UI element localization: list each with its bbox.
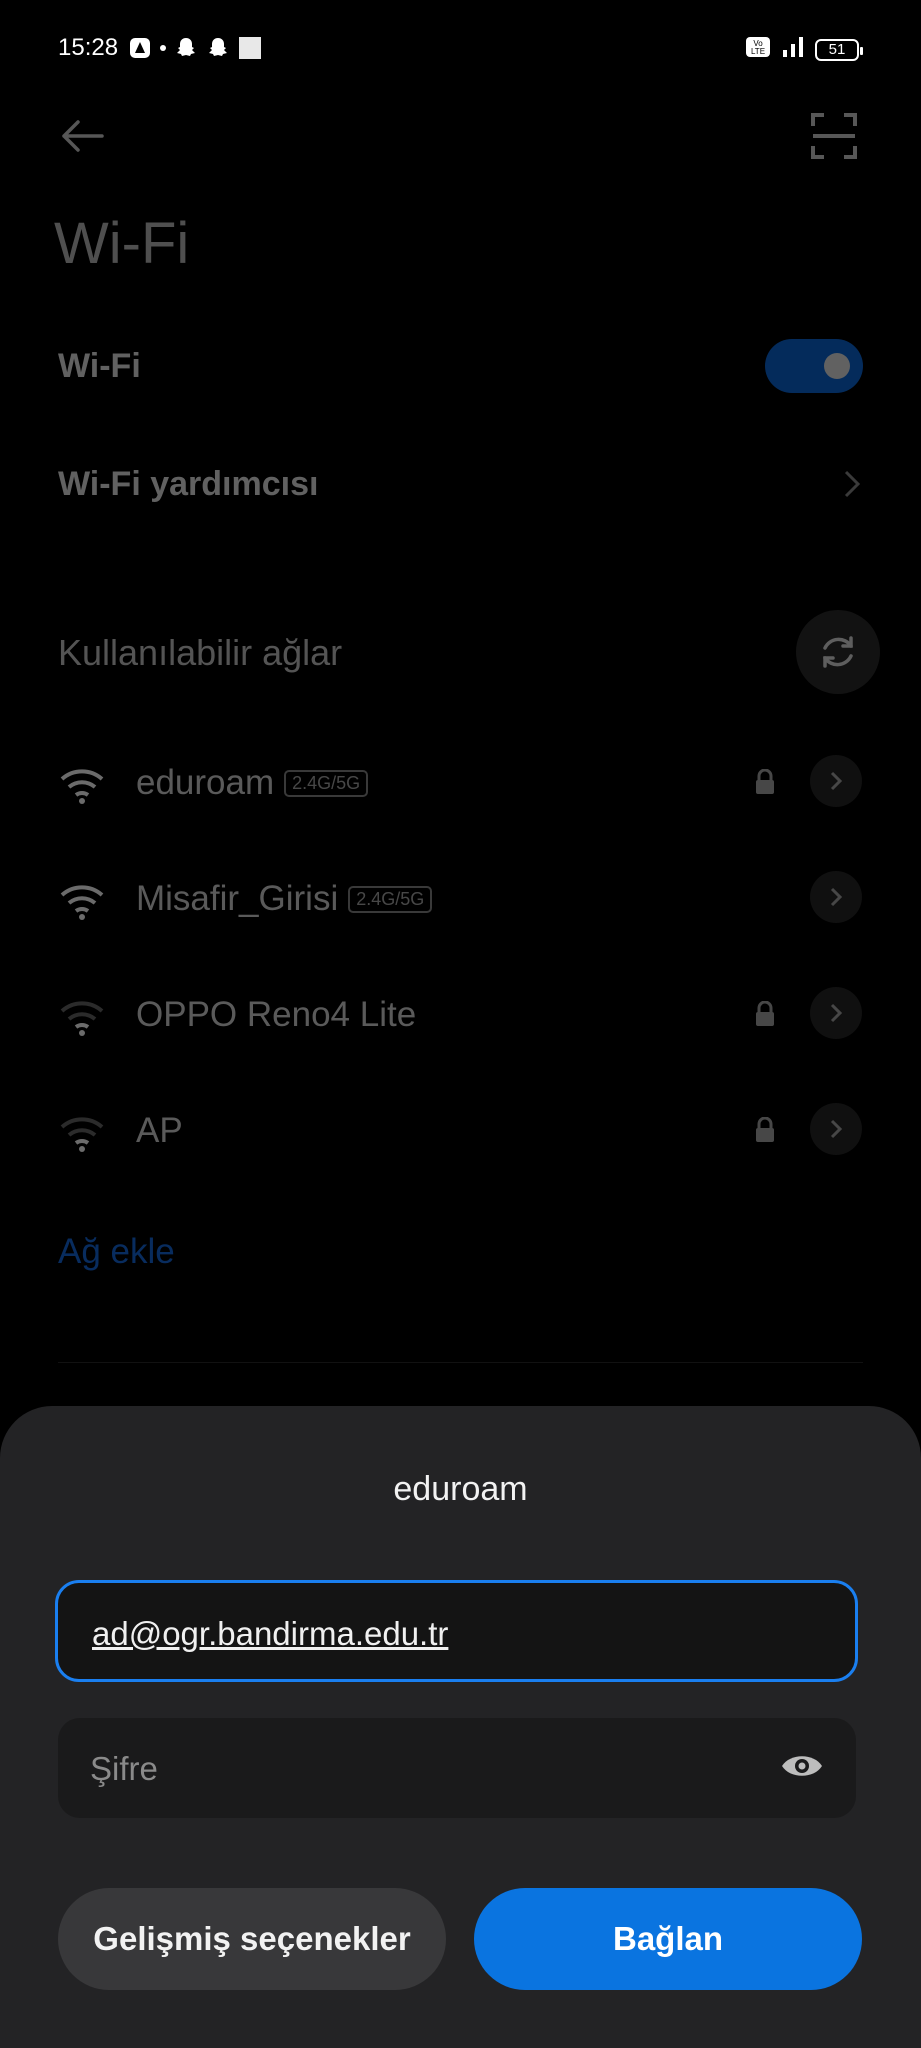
- status-indicators: Vo LTE 51: [745, 36, 863, 63]
- lock-icon: [756, 769, 774, 794]
- wifi-signal-icon: [60, 1117, 104, 1152]
- password-input[interactable]: Şifre: [58, 1718, 856, 1818]
- show-password-eye-icon[interactable]: [780, 1748, 824, 1789]
- lock-icon: [756, 1117, 774, 1142]
- network-row-oppo[interactable]: OPPO Reno4 Lite: [0, 987, 921, 1103]
- chevron-right-icon: [842, 468, 862, 505]
- refresh-icon: [823, 636, 853, 668]
- wifi-toggle-label: Wi-Fi: [58, 347, 141, 385]
- password-placeholder: Şifre: [90, 1750, 158, 1787]
- connect-button[interactable]: Bağlan: [474, 1888, 862, 1990]
- network-name: Misafir_Girisi: [136, 879, 339, 918]
- snapchat-icon: [174, 36, 198, 60]
- battery-icon: 51: [815, 38, 863, 61]
- network-name: eduroam: [136, 763, 275, 802]
- chevron-right-icon: [830, 887, 843, 907]
- band-badge: 2.4G/5G: [284, 769, 369, 797]
- network-name: OPPO Reno4 Lite: [136, 995, 417, 1034]
- chevron-right-icon: [830, 771, 843, 791]
- chevron-right-icon: [830, 1119, 843, 1139]
- network-details-button[interactable]: [810, 755, 862, 807]
- refresh-button[interactable]: [796, 610, 880, 694]
- status-time: 15:28: [58, 34, 119, 61]
- dot-icon: [160, 36, 166, 60]
- network-row-ap[interactable]: AP: [0, 1103, 921, 1219]
- network-details-button[interactable]: [810, 871, 862, 923]
- identity-value: ad@ogr.bandirma.edu.tr: [92, 1615, 449, 1652]
- snapchat-icon: [206, 36, 230, 60]
- wifi-signal-icon: [60, 769, 104, 804]
- dialog-title: eduroam: [393, 1470, 528, 1508]
- signal-icon: [781, 36, 805, 63]
- identity-input[interactable]: ad@ogr.bandirma.edu.tr: [55, 1580, 858, 1682]
- network-details-button[interactable]: [810, 1103, 862, 1155]
- toggle-knob: [824, 353, 850, 379]
- wifi-assistant-label[interactable]: Wi-Fi yardımcısı: [58, 465, 318, 504]
- page-title: Wi-Fi: [54, 211, 190, 276]
- wifi-signal-icon: [60, 885, 104, 920]
- network-row-misafir[interactable]: Misafir_Girisi 2.4G/5G: [0, 871, 921, 987]
- network-name: AP: [136, 1111, 183, 1150]
- chevron-right-icon: [830, 1003, 843, 1023]
- advanced-options-button[interactable]: Gelişmiş seçenekler: [58, 1888, 446, 1990]
- network-details-button[interactable]: [810, 987, 862, 1039]
- network-row-eduroam[interactable]: eduroam 2.4G/5G: [0, 755, 921, 871]
- divider: [58, 1362, 863, 1363]
- available-networks-title: Kullanılabilir ağlar: [58, 632, 343, 673]
- scan-qr-icon[interactable]: [810, 112, 858, 165]
- svg-text:LTE: LTE: [751, 47, 765, 56]
- image-notification-icon: [238, 36, 262, 60]
- band-badge: 2.4G/5G: [348, 885, 433, 913]
- notification-app-icon: [128, 36, 152, 60]
- wifi-toggle[interactable]: [765, 339, 863, 393]
- lock-icon: [756, 1001, 774, 1026]
- add-network-link[interactable]: Ağ ekle: [58, 1232, 175, 1272]
- wifi-signal-icon: [60, 1001, 104, 1036]
- volte-icon: Vo LTE: [745, 36, 771, 63]
- back-arrow-icon[interactable]: [58, 112, 106, 165]
- notification-icons: [128, 36, 262, 60]
